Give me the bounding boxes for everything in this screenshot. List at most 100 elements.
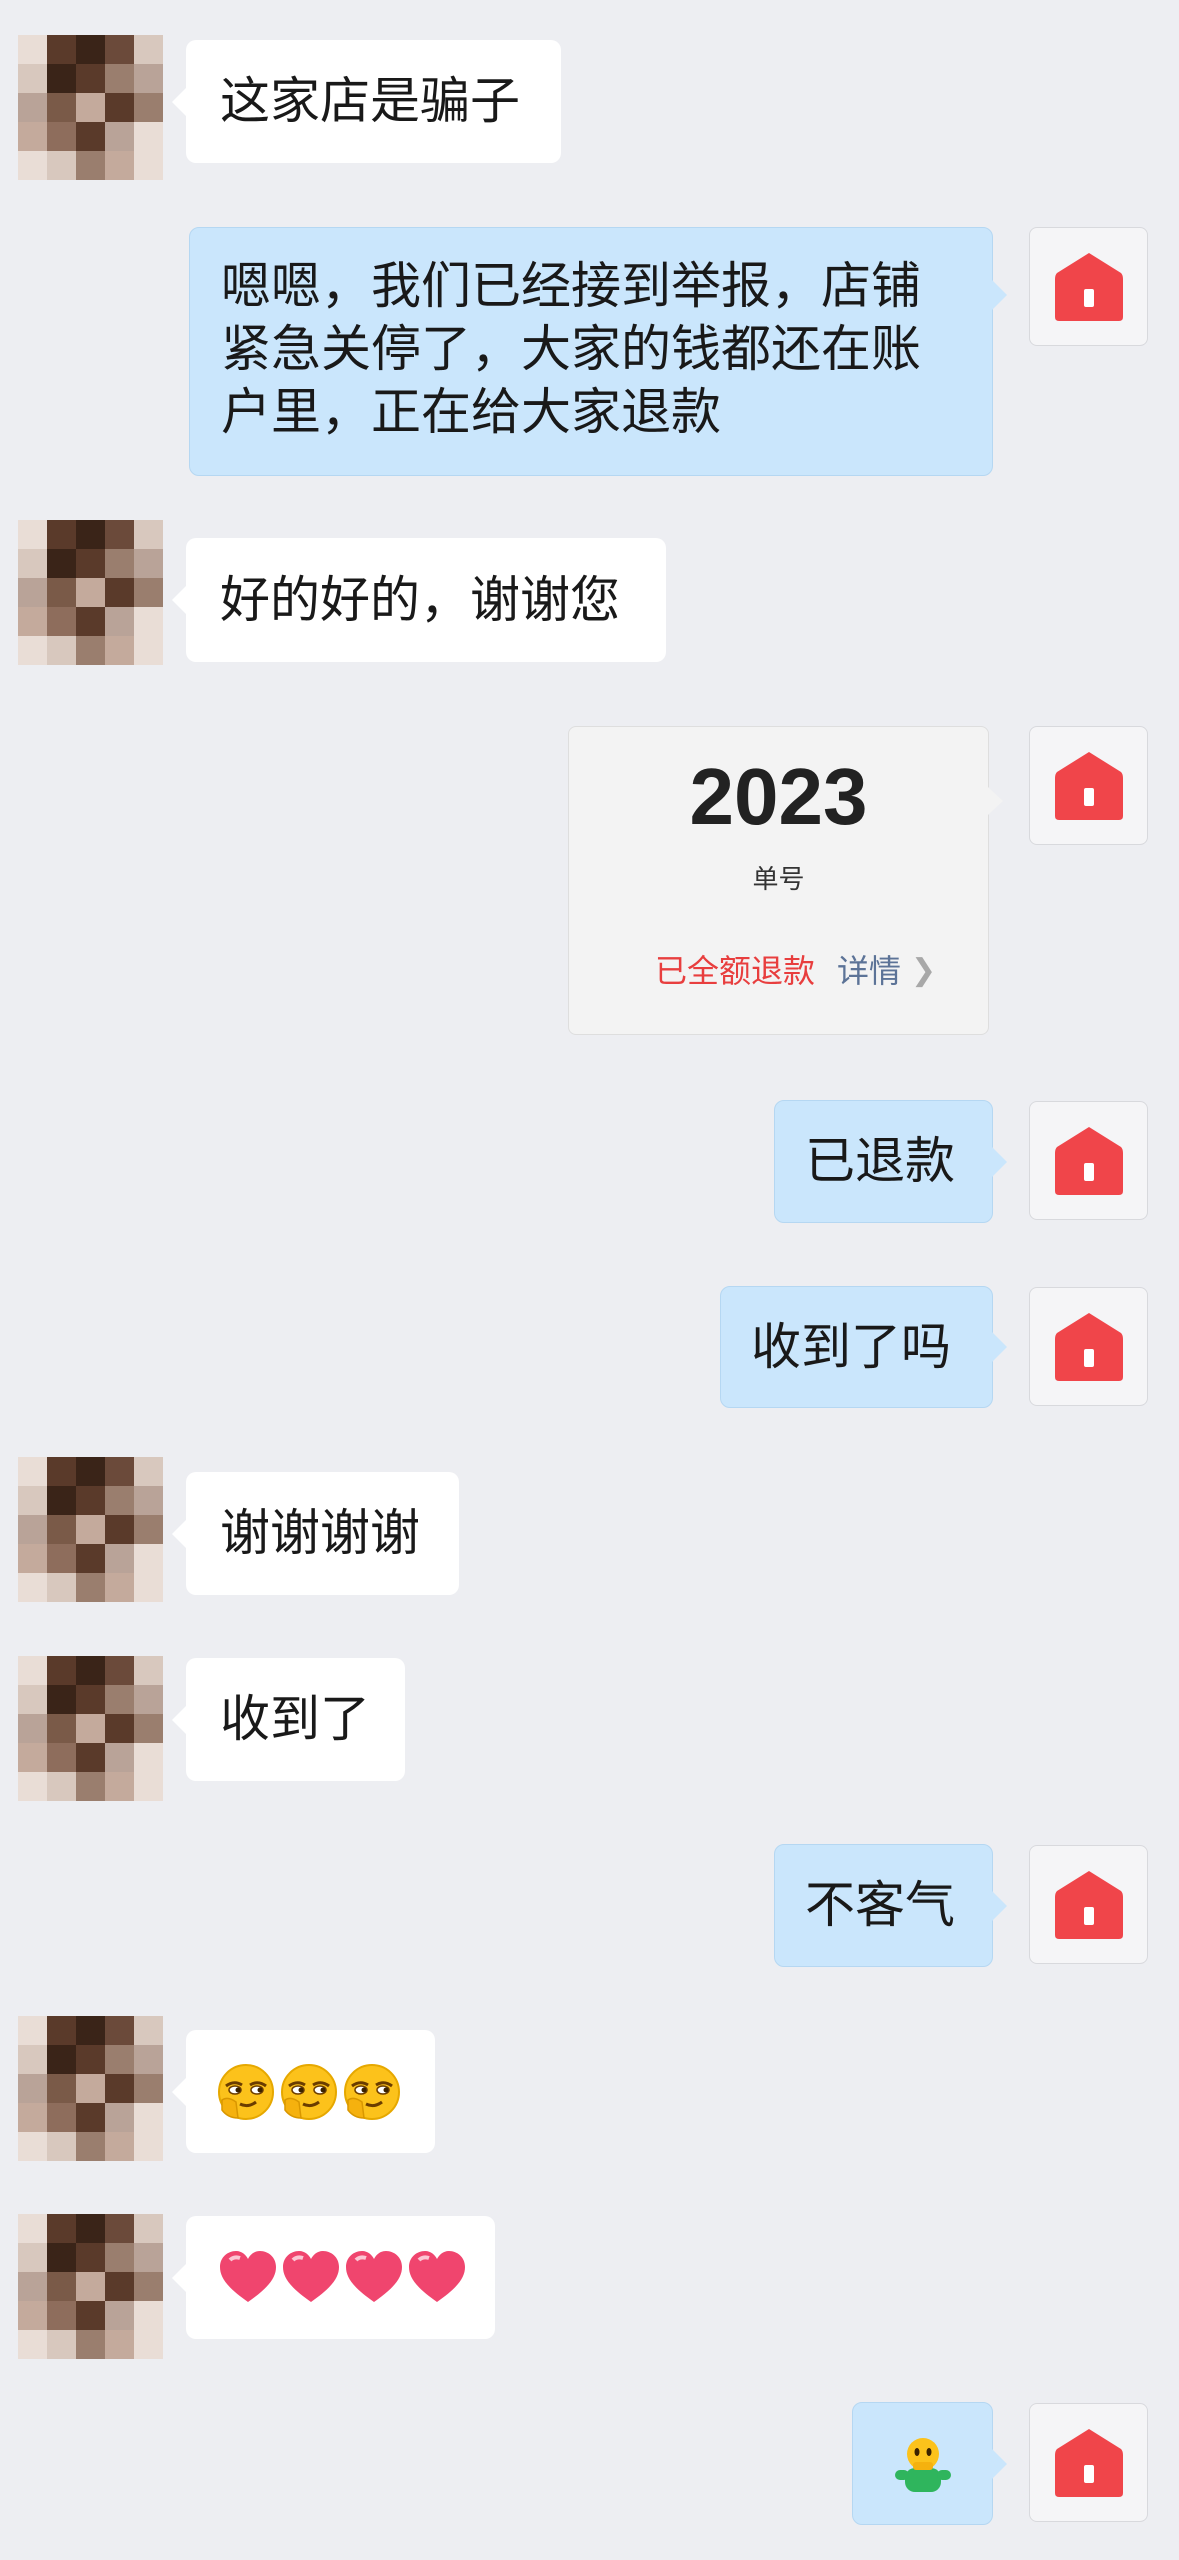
outgoing-emoji-bubble[interactable] xyxy=(852,2402,1007,2525)
avatar-pixel xyxy=(47,607,76,636)
message-line: 嗯嗯，我们已经接到举报，店铺 xyxy=(221,257,921,315)
avatar-pixel xyxy=(18,2045,47,2074)
smirk-emoji xyxy=(217,2063,275,2120)
avatar-pixel xyxy=(76,151,105,180)
shop-avatar[interactable] xyxy=(1029,1101,1148,1220)
avatar-pixel xyxy=(105,578,134,607)
avatar-pixel xyxy=(134,2243,163,2272)
heart-emoji xyxy=(407,2248,467,2304)
avatar-pixel xyxy=(47,2330,76,2359)
avatar-pixel xyxy=(18,607,47,636)
avatar-pixel xyxy=(76,2330,105,2359)
avatar-pixel xyxy=(47,1743,76,1772)
avatar-pixel xyxy=(18,1685,47,1714)
avatar-pixel xyxy=(105,2301,134,2330)
avatar-pixel xyxy=(134,2301,163,2330)
avatar-pixel xyxy=(18,93,47,122)
avatar-pixel xyxy=(76,520,105,549)
avatar-pixel xyxy=(18,64,47,93)
shop-avatar[interactable] xyxy=(1029,1287,1148,1406)
avatar-pixel xyxy=(134,578,163,607)
avatar-pixel xyxy=(134,2103,163,2132)
avatar-pixel xyxy=(105,2243,134,2272)
contact-avatar[interactable] xyxy=(18,2016,163,2161)
avatar-pixel xyxy=(18,2330,47,2359)
smirk-emoji xyxy=(343,2063,401,2120)
message-text: 收到了吗 xyxy=(751,1317,951,1376)
contact-avatar[interactable] xyxy=(18,35,163,180)
avatar-pixel xyxy=(105,1515,134,1544)
avatar-pixel xyxy=(76,636,105,665)
avatar-pixel xyxy=(47,1544,76,1573)
avatar-pixel xyxy=(47,1515,76,1544)
shop-avatar[interactable] xyxy=(1029,726,1148,845)
message-line: 紧急关停了，大家的钱都还在账 xyxy=(221,320,921,378)
incoming-message-bubble[interactable]: 谢谢谢谢 xyxy=(172,1472,459,1595)
incoming-message-bubble[interactable]: 收到了 xyxy=(172,1658,405,1781)
avatar-pixel xyxy=(47,1486,76,1515)
shop-house-icon xyxy=(1054,1870,1123,1939)
avatar-pixel xyxy=(18,1772,47,1801)
avatar-pixel xyxy=(76,1486,105,1515)
incoming-message-bubble[interactable]: 这家店是骗子 xyxy=(172,40,561,163)
avatar-pixel xyxy=(105,35,134,64)
message-text: 这家店是骗子 xyxy=(220,72,520,130)
avatar-pixel xyxy=(134,151,163,180)
avatar-pixel xyxy=(47,64,76,93)
avatar-pixel xyxy=(134,1743,163,1772)
message-text: 不客气 xyxy=(805,1876,955,1934)
avatar-pixel xyxy=(18,1486,47,1515)
outgoing-message-bubble[interactable]: 已退款 xyxy=(774,1100,1007,1223)
avatar-pixel xyxy=(105,549,134,578)
avatar-pixel xyxy=(76,1457,105,1486)
outgoing-message-bubble[interactable]: 不客气 xyxy=(774,1844,1007,1967)
shop-house-icon xyxy=(1054,1126,1123,1195)
incoming-emoji-bubble[interactable] xyxy=(172,2030,435,2153)
shop-house-icon xyxy=(1054,252,1123,321)
avatar-pixel xyxy=(47,2272,76,2301)
message-text: 谢谢谢谢 xyxy=(220,1504,420,1562)
outgoing-message-bubble[interactable]: 嗯嗯，我们已经接到举报，店铺 紧急关停了，大家的钱都还在账 户里，正在给大家退款 xyxy=(189,227,1007,476)
avatar-pixel xyxy=(134,1772,163,1801)
avatar-pixel xyxy=(105,1743,134,1772)
avatar-pixel xyxy=(47,2214,76,2243)
avatar-pixel xyxy=(47,1772,76,1801)
shop-avatar[interactable] xyxy=(1029,1845,1148,1964)
avatar-pixel xyxy=(47,1457,76,1486)
outgoing-message-bubble[interactable]: 收到了吗 xyxy=(720,1286,1007,1408)
avatar-pixel xyxy=(105,1772,134,1801)
avatar-pixel xyxy=(47,549,76,578)
avatar-pixel xyxy=(18,1515,47,1544)
avatar-pixel xyxy=(18,2214,47,2243)
avatar-pixel xyxy=(105,2045,134,2074)
avatar-pixel xyxy=(76,1573,105,1602)
detail-link[interactable]: 详情 ❯ xyxy=(837,949,936,993)
avatar-pixel xyxy=(105,1486,134,1515)
avatar-pixel xyxy=(76,1656,105,1685)
avatar-pixel xyxy=(134,1714,163,1743)
contact-avatar[interactable] xyxy=(18,520,163,665)
order-number: 2023 xyxy=(689,752,868,841)
incoming-emoji-bubble[interactable] xyxy=(172,2216,495,2339)
avatar-pixel xyxy=(18,2243,47,2272)
order-refund-card[interactable]: 2023 单号 已全额退款 详情 ❯ xyxy=(568,726,1003,1035)
avatar-pixel xyxy=(105,2330,134,2359)
avatar-pixel xyxy=(105,1544,134,1573)
avatar-pixel xyxy=(134,636,163,665)
contact-avatar[interactable] xyxy=(18,2214,163,2359)
avatar-pixel xyxy=(134,2272,163,2301)
contact-avatar[interactable] xyxy=(18,1656,163,1801)
shop-avatar[interactable] xyxy=(1029,227,1148,346)
avatar-pixel xyxy=(134,1515,163,1544)
avatar-pixel xyxy=(47,1573,76,1602)
hugging-figure-emoji xyxy=(894,2437,951,2492)
avatar-pixel xyxy=(134,35,163,64)
avatar-pixel xyxy=(47,2074,76,2103)
incoming-message-bubble[interactable]: 好的好的，谢谢您 xyxy=(172,538,666,662)
avatar-pixel xyxy=(47,35,76,64)
avatar-pixel xyxy=(18,1457,47,1486)
contact-avatar[interactable] xyxy=(18,1457,163,1602)
shop-avatar[interactable] xyxy=(1029,2403,1148,2522)
avatar-pixel xyxy=(134,122,163,151)
message-text: 收到了 xyxy=(220,1690,370,1748)
